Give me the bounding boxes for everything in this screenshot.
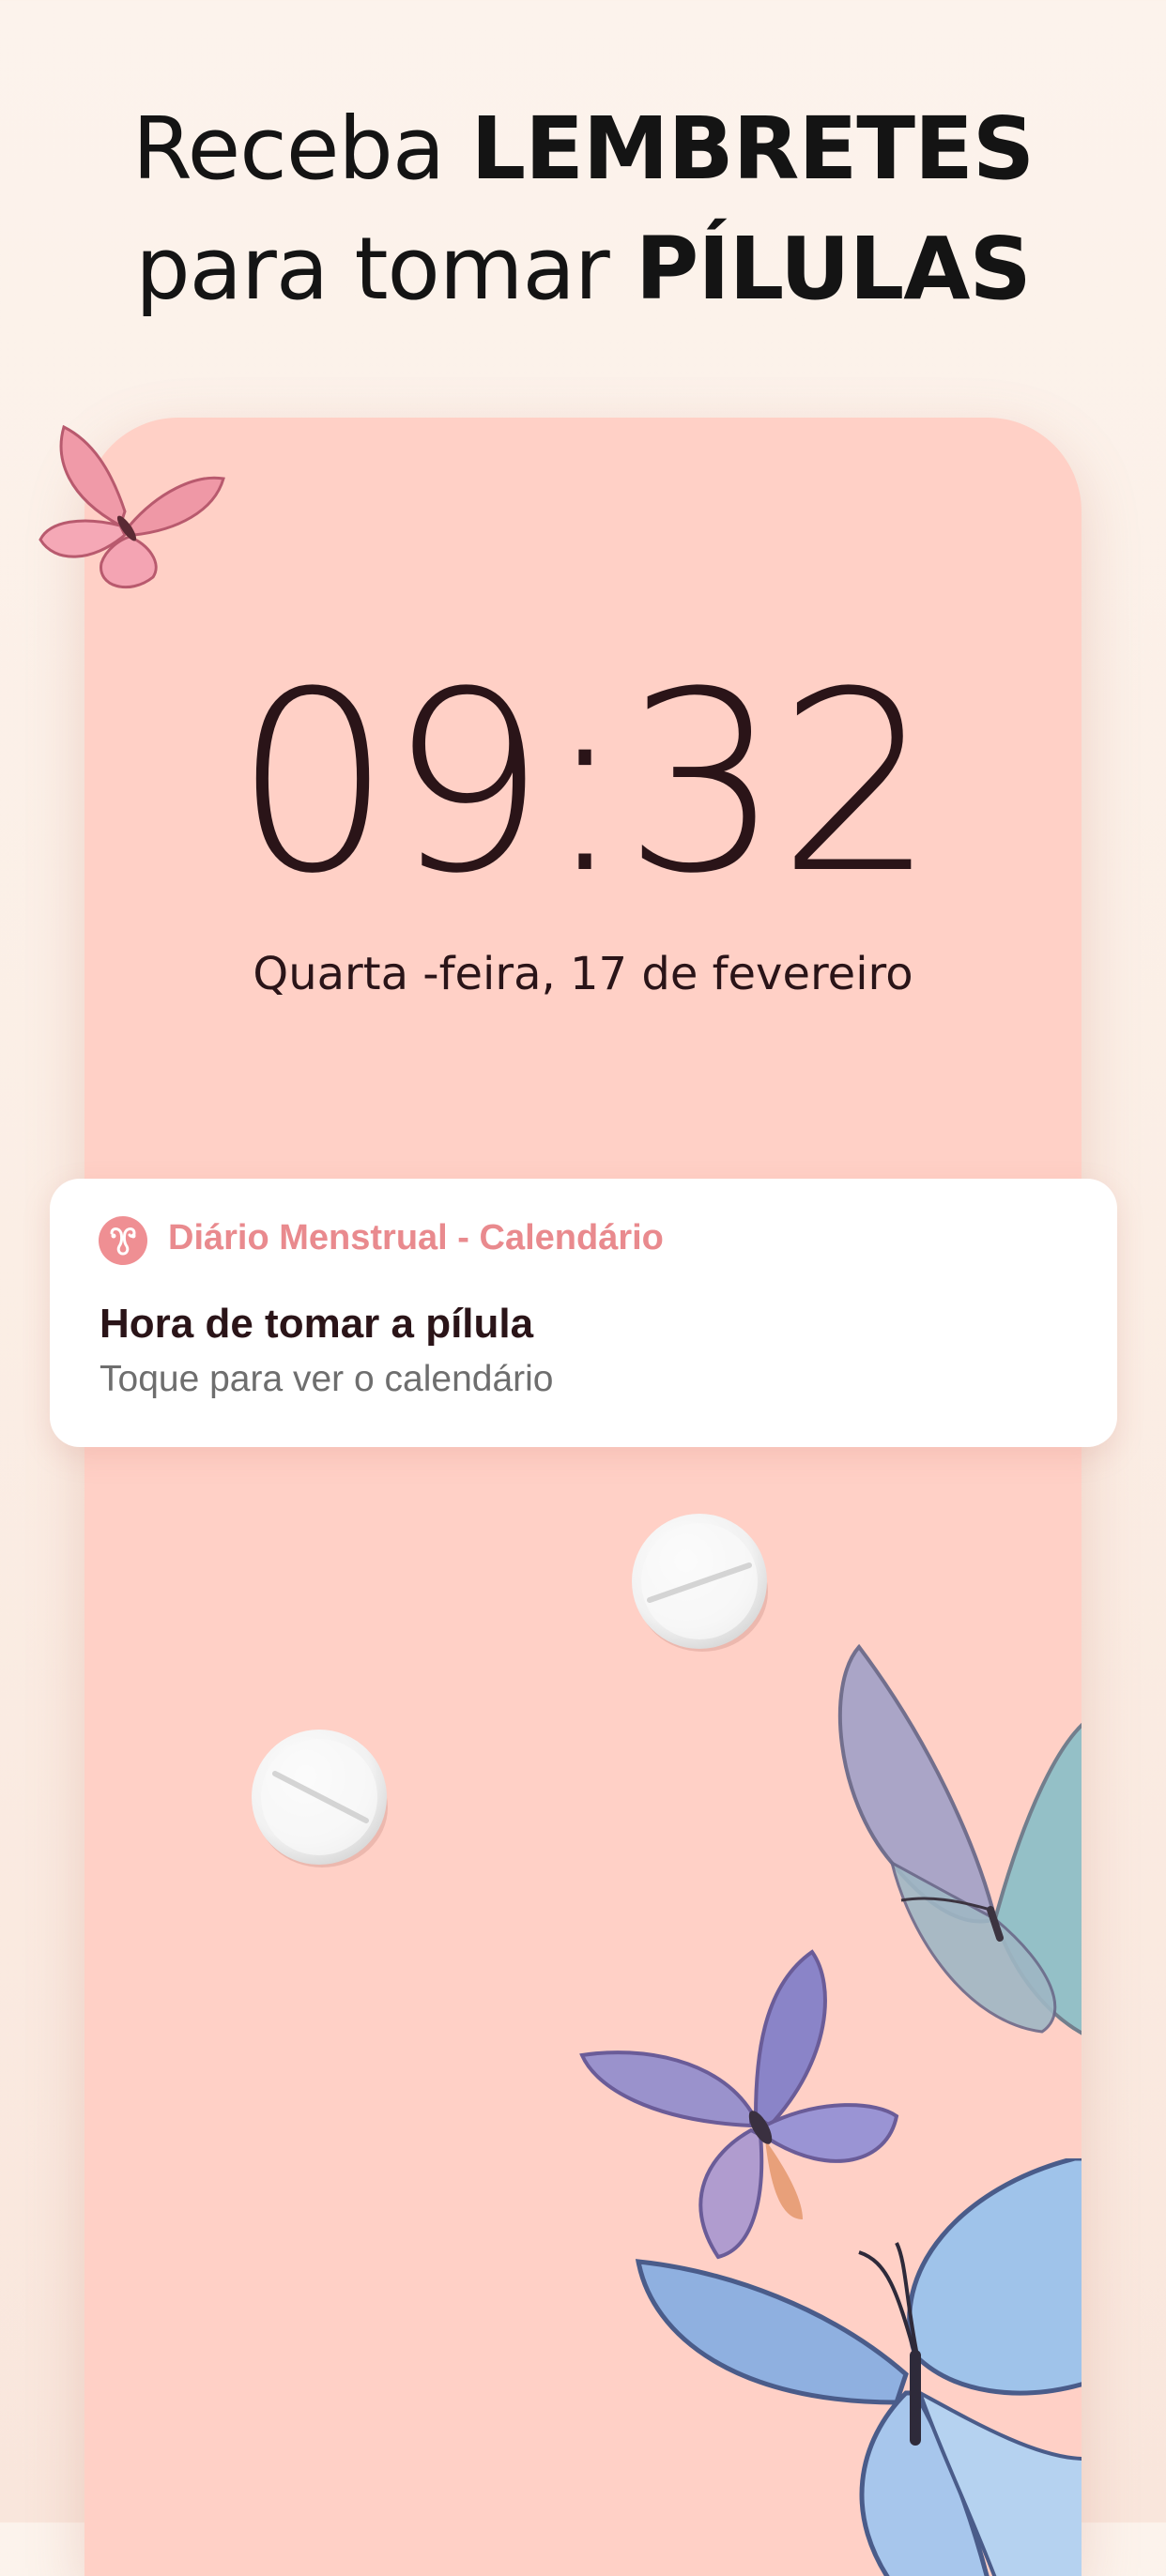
pill-icon [252,1730,388,1867]
uterus-flower-icon [99,1216,147,1265]
headline-line-1-bold: LEMBRETES [470,99,1035,199]
pill-reminder-notification[interactable]: Diário Menstrual - Calendário Hora de to… [50,1179,1117,1447]
headline-line-1-regular: Receba [131,99,471,199]
notification-body: Toque para ver o calendário [100,1359,554,1399]
headline-line-2-regular: para tomar [135,219,636,319]
pink-butterfly-illustration [38,424,225,589]
blue-butterfly-illustration [635,2158,1082,2576]
notification-title: Hora de tomar a pílula [100,1301,534,1347]
headline-line-2: para tomar PÍLULAS [0,209,1166,329]
lock-screen-clock: 09:32 [234,639,936,928]
headline-line-1: Receba LEMBRETES [0,89,1166,209]
pill-icon [632,1514,768,1652]
phone-lock-screen: 09:32 Quarta -feira, 17 de fevereiro [84,418,1082,2576]
lock-screen-date: Quarta -feira, 17 de fevereiro [253,948,913,1000]
headline-line-2-bold: PÍLULAS [635,219,1032,319]
headline: Receba LEMBRETES para tomar PÍLULAS [0,89,1166,329]
notification-app-name: Diário Menstrual - Calendário [168,1218,664,1258]
